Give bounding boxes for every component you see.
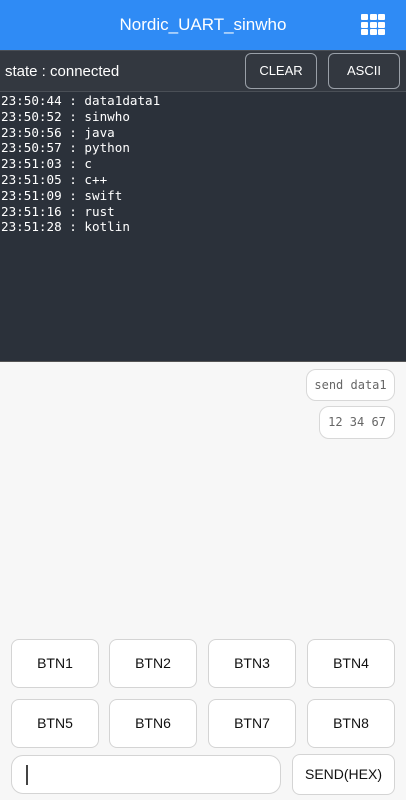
- btn2-button[interactable]: BTN2: [109, 639, 197, 688]
- send-hex-button[interactable]: SEND(HEX): [292, 754, 395, 795]
- log-line: 23:51:09 : swift: [1, 187, 123, 203]
- state-bar: state : connected CLEAR ASCII: [0, 50, 406, 92]
- grid-icon[interactable]: [361, 14, 385, 36]
- log-line: 23:50:52 : sinwho: [1, 108, 130, 124]
- btn8-button[interactable]: BTN8: [307, 699, 395, 748]
- ascii-button[interactable]: ASCII: [328, 53, 400, 89]
- log-line: 23:51:28 : kotlin: [1, 219, 130, 235]
- message-input[interactable]: [24, 761, 269, 789]
- btn6-button[interactable]: BTN6: [109, 699, 197, 748]
- log-line: 23:50:57 : python: [1, 140, 130, 156]
- quick-message-hex[interactable]: 12 34 67: [319, 406, 395, 439]
- app-title: Nordic_UART_sinwho: [119, 15, 287, 34]
- log-line: 23:50:44 : data1data1: [1, 93, 161, 108]
- btn4-button[interactable]: BTN4: [307, 639, 395, 688]
- log-console[interactable]: 23:50:44 : data1data1 23:50:52 : sinwho …: [0, 92, 406, 362]
- clear-button[interactable]: CLEAR: [245, 53, 317, 89]
- message-input-container: [11, 755, 281, 794]
- btn1-button[interactable]: BTN1: [11, 639, 99, 688]
- log-line: 23:51:16 : rust: [1, 203, 115, 219]
- btn5-button[interactable]: BTN5: [11, 699, 99, 748]
- app-bar: Nordic_UART_sinwho: [0, 0, 406, 50]
- log-line: 23:50:56 : java: [1, 124, 115, 140]
- quick-message-send-data1[interactable]: send data1: [306, 369, 395, 401]
- connection-state: state : connected: [5, 63, 120, 80]
- log-line: 23:51:05 : c++: [1, 171, 108, 187]
- btn7-button[interactable]: BTN7: [208, 699, 296, 748]
- btn3-button[interactable]: BTN3: [208, 639, 296, 688]
- log-line: 23:51:03 : c: [1, 156, 92, 172]
- text-caret: [26, 765, 28, 785]
